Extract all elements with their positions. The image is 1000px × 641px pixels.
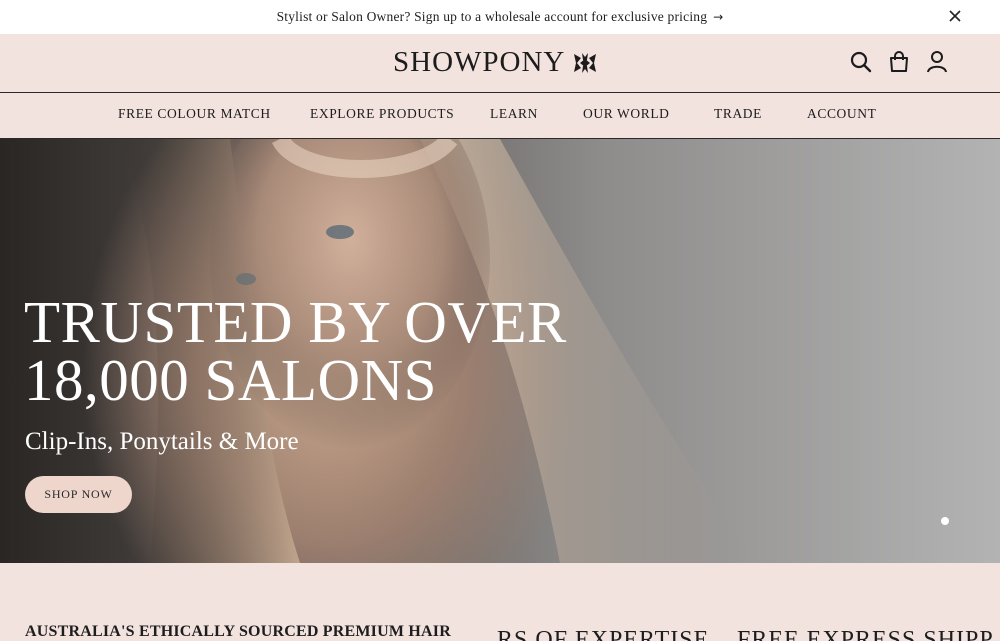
site-header: SHOWPONY xyxy=(0,34,1000,92)
announcement-text[interactable]: Stylist or Salon Owner? Sign up to a who… xyxy=(277,9,708,25)
header-actions xyxy=(850,50,948,74)
hero-title: TRUSTED BY OVER 18,000 SALONS xyxy=(24,289,567,413)
announcement-bar: Stylist or Salon Owner? Sign up to a who… xyxy=(0,0,1000,34)
shop-now-button[interactable]: SHOP NOW xyxy=(25,476,132,513)
logo[interactable]: SHOWPONY xyxy=(393,46,599,79)
shipping-marquee-text: FREE EXPRESS SHIPP xyxy=(737,627,994,641)
ethically-sourced-heading: AUSTRALIA'S ETHICALLY SOURCED PREMIUM HA… xyxy=(25,623,451,640)
value-props-strip: AUSTRALIA'S ETHICALLY SOURCED PREMIUM HA… xyxy=(0,563,1000,641)
carousel-dot[interactable] xyxy=(941,517,949,525)
nav-item-free-colour-match[interactable]: FREE COLOUR MATCH xyxy=(118,106,271,122)
hero-title-line-1: TRUSTED BY OVER xyxy=(24,289,567,355)
hero-subtitle: Clip-Ins, Ponytails & More xyxy=(25,428,299,455)
search-icon[interactable] xyxy=(850,50,872,74)
nav-item-trade[interactable]: TRADE xyxy=(714,106,762,122)
shopping-bag-icon[interactable] xyxy=(888,50,910,74)
account-icon[interactable] xyxy=(926,50,948,74)
close-icon[interactable] xyxy=(948,9,962,23)
pony-emblem-icon xyxy=(574,52,597,73)
logo-text: SHOWPONY xyxy=(393,46,566,78)
hero-title-line-2: 18,000 SALONS xyxy=(24,347,437,413)
expertise-marquee-text: RS OF EXPERTISE xyxy=(497,627,710,641)
nav-item-account[interactable]: ACCOUNT xyxy=(807,106,876,122)
nav-item-explore-products[interactable]: EXPLORE PRODUCTS xyxy=(310,106,454,122)
arrow-right-icon[interactable]: → xyxy=(713,10,723,24)
nav-item-learn[interactable]: LEARN xyxy=(490,106,538,122)
main-nav: FREE COLOUR MATCH EXPLORE PRODUCTS LEARN… xyxy=(0,92,1000,139)
hero-banner: TRUSTED BY OVER 18,000 SALONS Clip-Ins, … xyxy=(0,139,1000,563)
nav-item-our-world[interactable]: OUR WORLD xyxy=(583,106,670,122)
